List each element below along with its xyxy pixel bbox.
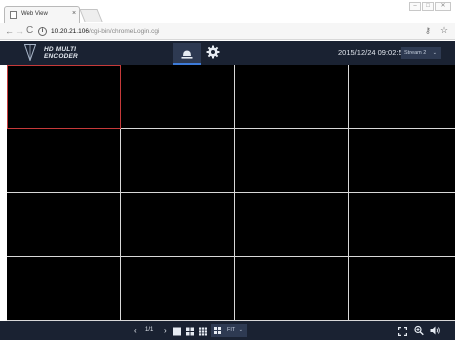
- window-controls: – □ ✕: [409, 2, 451, 11]
- chevron-down-icon: ⌄: [432, 50, 437, 56]
- video-channel-13[interactable]: [7, 257, 121, 321]
- url-host: 10.20.21.106: [51, 28, 89, 35]
- new-tab-button[interactable]: [79, 9, 103, 22]
- close-window-icon[interactable]: ✕: [435, 2, 451, 11]
- layout-4x4-icon: [214, 327, 221, 334]
- page-indicator: 1/1: [145, 327, 154, 333]
- layout-2x2-icon[interactable]: [186, 326, 194, 337]
- browser-tab[interactable]: Web View ×: [4, 6, 80, 23]
- stream-select[interactable]: Stream 2 ⌄: [401, 47, 441, 59]
- video-channel-4[interactable]: [349, 65, 455, 129]
- browser-tabstrip: Web View × – □ ✕: [0, 0, 455, 23]
- info-icon[interactable]: i: [38, 27, 47, 36]
- forward-icon[interactable]: →: [15, 26, 24, 36]
- minimize-icon[interactable]: –: [409, 2, 421, 11]
- fullscreen-icon[interactable]: [398, 326, 407, 337]
- prev-page-icon[interactable]: ‹: [134, 325, 137, 336]
- star-icon[interactable]: ☆: [440, 25, 448, 36]
- live-view-button[interactable]: [173, 43, 201, 65]
- bottom-toolbar: ‹ 1/1 › FIT ⌄: [0, 321, 455, 340]
- brand-name: HD MULTI ENCODER: [44, 46, 78, 60]
- fit-label: FIT: [227, 327, 236, 333]
- chevron-down-icon: ⌄: [238, 327, 243, 333]
- video-channel-15[interactable]: [235, 257, 349, 321]
- fit-select[interactable]: FIT ⌄: [211, 324, 247, 337]
- back-icon[interactable]: ←: [5, 26, 14, 36]
- stream-select-value: Stream 2: [404, 50, 427, 56]
- video-channel-11[interactable]: [235, 193, 349, 257]
- key-icon[interactable]: ⚷: [425, 26, 431, 35]
- maximize-icon[interactable]: □: [422, 2, 434, 11]
- video-channel-3[interactable]: [235, 65, 349, 129]
- video-channel-10[interactable]: [121, 193, 235, 257]
- tab-title: Web View: [21, 11, 48, 17]
- video-channel-9[interactable]: [7, 193, 121, 257]
- video-channel-5[interactable]: [7, 129, 121, 193]
- video-channel-12[interactable]: [349, 193, 455, 257]
- address-bar[interactable]: 10.20.21.106/cgi-bin/chromeLogin.cgi: [51, 27, 159, 36]
- layout-1x1-icon[interactable]: [173, 326, 181, 337]
- zoom-icon[interactable]: [414, 325, 424, 336]
- brand-line-2: ENCODER: [44, 53, 78, 60]
- gear-icon[interactable]: [206, 45, 220, 59]
- browser-toolbar: ← → C i 10.20.21.106/cgi-bin/chromeLogin…: [0, 23, 455, 40]
- reload-icon[interactable]: C: [26, 26, 33, 36]
- video-channel-7[interactable]: [235, 129, 349, 193]
- favicon-icon: [10, 11, 17, 19]
- video-channel-8[interactable]: [349, 129, 455, 193]
- current-datetime: 2015/12/24 09:02:51: [338, 48, 407, 57]
- logo-icon: [24, 44, 36, 61]
- video-channel-2[interactable]: [121, 65, 235, 129]
- live-view-icon: [181, 50, 193, 59]
- layout-3x3-icon[interactable]: [199, 326, 207, 337]
- video-channel-6[interactable]: [121, 129, 235, 193]
- volume-icon[interactable]: [430, 325, 441, 336]
- brand-line-1: HD MULTI: [44, 46, 77, 53]
- tab-close-icon[interactable]: ×: [72, 9, 76, 19]
- video-channel-1[interactable]: [7, 65, 121, 129]
- next-page-icon[interactable]: ›: [164, 325, 167, 336]
- app-header: HD MULTI ENCODER 2015/12/24 09:02:51 Str…: [0, 41, 455, 65]
- video-channel-14[interactable]: [121, 257, 235, 321]
- video-grid: [7, 65, 455, 321]
- url-path: /cgi-bin/chromeLogin.cgi: [88, 28, 160, 35]
- video-channel-16[interactable]: [349, 257, 455, 321]
